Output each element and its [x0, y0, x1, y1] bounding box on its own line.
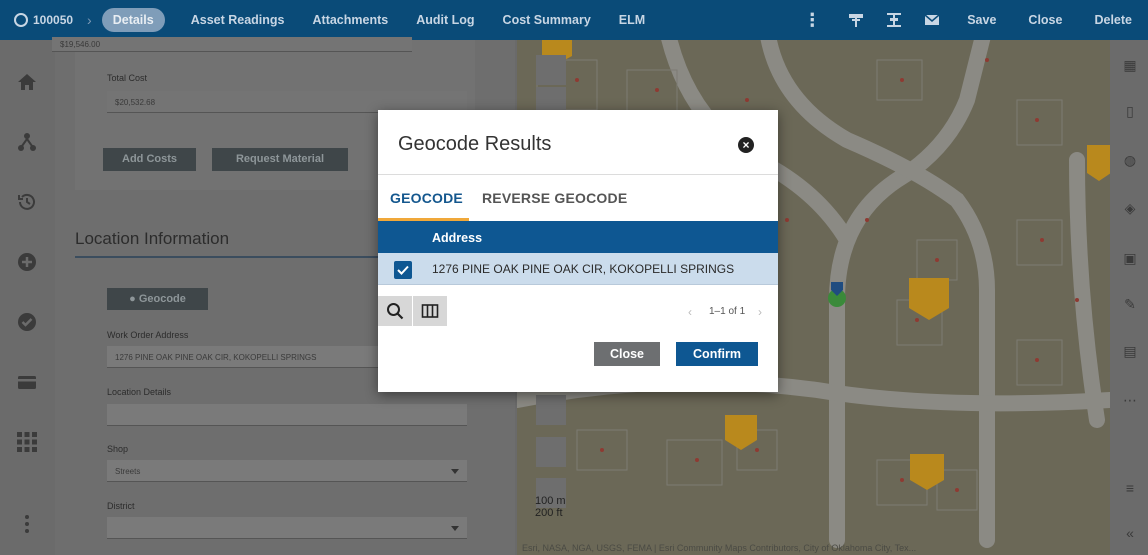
signpost-icon[interactable]	[837, 0, 875, 40]
search-icon[interactable]	[378, 296, 412, 326]
chevron-right-icon: ›	[87, 12, 92, 28]
checkmark-icon	[397, 265, 409, 275]
tab-audit-log[interactable]: Audit Log	[402, 0, 488, 40]
dialog-title: Geocode Results	[398, 133, 552, 155]
geocode-button-label: Geocode	[138, 293, 186, 305]
close-button[interactable]: Close	[1012, 0, 1078, 40]
scale-metric: 100 m	[535, 495, 566, 507]
layers-add-icon[interactable]: ◈	[1122, 200, 1138, 216]
work-order-address-label: Work Order Address	[107, 330, 189, 340]
network-icon[interactable]	[15, 130, 39, 154]
map-pin-icon: ●	[129, 293, 139, 305]
qr-icon[interactable]: ▦	[1122, 57, 1138, 73]
more-vertical-icon[interactable]	[15, 512, 39, 536]
close-icon[interactable]: ×	[738, 137, 754, 153]
add-costs-button[interactable]: Add Costs	[103, 148, 196, 171]
edit-icon[interactable]: ✎	[1122, 296, 1138, 312]
app-root: 100050 › Details Asset Readings Attachme…	[0, 0, 1148, 555]
work-order-breadcrumb[interactable]: 100050	[0, 0, 83, 40]
shop-label: Shop	[107, 444, 129, 454]
add-circle-icon[interactable]	[15, 250, 39, 274]
chevrons-left-icon[interactable]: «	[1122, 525, 1138, 541]
tab-attachments[interactable]: Attachments	[299, 0, 403, 40]
row-checkbox[interactable]	[394, 261, 412, 279]
tab-geocode[interactable]: GEOCODE	[390, 190, 463, 206]
more-vertical-icon[interactable]: ⋮	[787, 10, 837, 31]
section-underline	[75, 256, 395, 258]
align-icon[interactable]	[875, 0, 913, 40]
location-details-field[interactable]	[107, 404, 467, 426]
home-extent-icon[interactable]	[536, 395, 566, 425]
location-details-label: Location Details	[107, 387, 172, 397]
previous-cost-field[interactable]: $19,546.00	[52, 37, 412, 52]
right-rail: ▦ ▯ ◍ ◈ ▣ ✎ ▤ ⋯ ≡ «	[1110, 40, 1148, 555]
globe-icon[interactable]: ◍	[1122, 152, 1138, 168]
check-circle-icon[interactable]	[15, 310, 39, 334]
chevron-down-icon	[451, 469, 459, 474]
scale-bar: 100 m 200 ft	[535, 495, 566, 519]
bookmark-icon[interactable]: ▯	[1122, 103, 1138, 119]
tab-asset-readings[interactable]: Asset Readings	[177, 0, 299, 40]
pan-tool-icon[interactable]	[536, 55, 566, 85]
chevron-down-icon	[451, 526, 459, 531]
menu-icon[interactable]: ≡	[1122, 480, 1138, 496]
chevron-left-icon[interactable]: ‹	[688, 305, 692, 319]
delete-button[interactable]: Delete	[1078, 0, 1148, 40]
apps-grid-icon[interactable]	[15, 430, 39, 454]
tab-details[interactable]: Details	[101, 8, 165, 32]
address-column-header[interactable]: Address	[378, 221, 778, 253]
shop-select-value: Streets	[115, 467, 141, 476]
district-select[interactable]	[107, 517, 467, 539]
tab-reverse-geocode[interactable]: REVERSE GEOCODE	[482, 190, 627, 206]
pagination-text: 1–1 of 1	[709, 306, 746, 317]
request-material-button[interactable]: Request Material	[212, 148, 348, 171]
left-rail	[0, 40, 55, 555]
home-icon[interactable]	[15, 70, 39, 94]
work-order-id: 100050	[33, 13, 74, 27]
top-bar: 100050 › Details Asset Readings Attachme…	[0, 0, 1148, 40]
tab-cost-summary[interactable]: Cost Summary	[489, 0, 605, 40]
locate-icon[interactable]	[536, 437, 566, 467]
camera-icon[interactable]: ▤	[1122, 343, 1138, 359]
clipboard-icon[interactable]: ▣	[1122, 250, 1138, 266]
geocode-button[interactable]: ● Geocode	[107, 288, 208, 310]
map-attribution: Esri, NASA, NGA, USGS, FEMA | Esri Commu…	[522, 543, 917, 553]
total-cost-label: Total Cost	[107, 73, 148, 83]
columns-icon[interactable]	[413, 296, 447, 326]
dialog-divider	[378, 174, 778, 175]
geocode-results-dialog: Geocode Results × GEOCODE REVERSE GEOCOD…	[378, 110, 778, 392]
shop-select[interactable]: Streets	[107, 460, 467, 482]
confirm-button[interactable]: Confirm	[676, 342, 758, 366]
address-cell: 1276 PINE OAK PINE OAK CIR, KOKOPELLI SP…	[432, 262, 735, 276]
history-icon[interactable]	[15, 190, 39, 214]
scale-imperial: 200 ft	[535, 507, 563, 519]
work-order-icon	[14, 13, 28, 27]
district-label: District	[107, 501, 135, 511]
close-button[interactable]: Close	[594, 342, 660, 366]
chevron-right-icon[interactable]: ›	[758, 305, 762, 319]
location-section-title: Location Information	[75, 229, 230, 248]
card-icon[interactable]	[15, 370, 39, 394]
tab-elm[interactable]: ELM	[605, 0, 659, 40]
table-row[interactable]: 1276 PINE OAK PINE OAK CIR, KOKOPELLI SP…	[378, 253, 778, 285]
save-button[interactable]: Save	[951, 0, 1012, 40]
mail-icon[interactable]	[913, 0, 951, 40]
more-horizontal-icon[interactable]: ⋯	[1122, 392, 1138, 408]
